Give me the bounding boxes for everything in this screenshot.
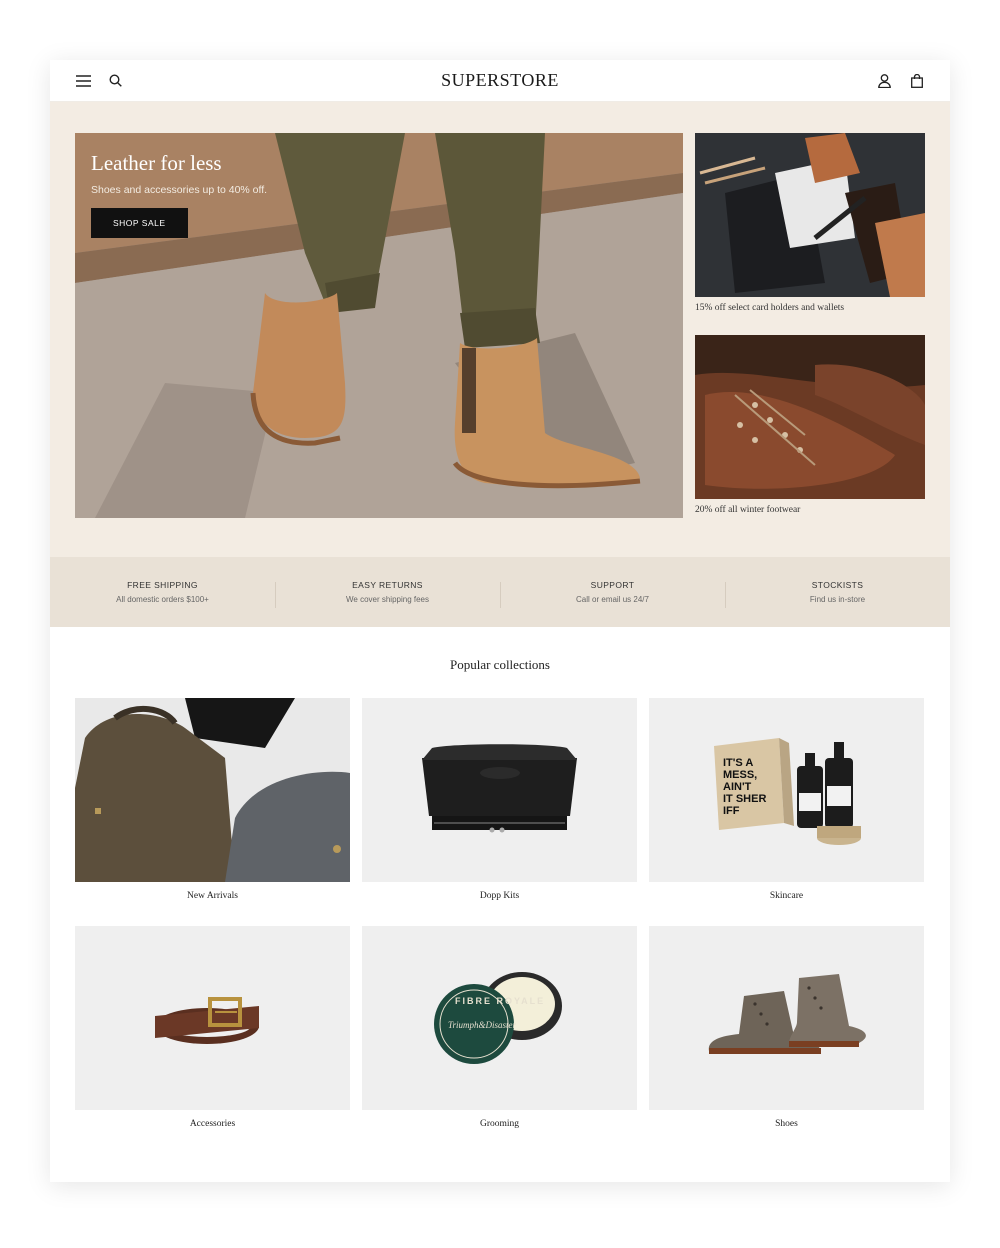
collection-card-new-arrivals[interactable]: New Arrivals <box>75 698 350 901</box>
skincare-box-text-1: IT'S A <box>723 757 753 769</box>
shoes-image <box>649 926 924 1110</box>
features-bar: FREE SHIPPING All domestic orders $100+ … <box>50 557 950 627</box>
promo-caption: 20% off all winter footwear <box>695 505 801 515</box>
collection-label: Grooming <box>479 1119 520 1129</box>
account-icon[interactable] <box>876 72 894 90</box>
grooming-tin-ring-text: FIBRE ROYALE <box>455 996 545 1006</box>
site-logo[interactable]: SUPERSTORE <box>441 70 559 91</box>
dopp-kits-image <box>362 698 637 882</box>
feature-title: STOCKISTS <box>811 580 864 590</box>
collection-card-accessories[interactable]: Accessories <box>75 926 350 1129</box>
boots-image <box>695 335 925 499</box>
collection-card-grooming[interactable]: FIBRE ROYALE Triumph&Disaster Grooming <box>362 926 637 1129</box>
grooming-image: FIBRE ROYALE Triumph&Disaster <box>362 926 637 1110</box>
promo-footwear[interactable]: 20% off all winter footwear <box>695 335 925 515</box>
collection-label: Skincare <box>769 891 804 901</box>
collection-label: Dopp Kits <box>479 891 520 901</box>
feature-easy-returns: EASY RETURNS We cover shipping fees <box>275 580 500 608</box>
skincare-box-text-2: MESS, <box>723 769 757 781</box>
collection-label: Shoes <box>775 1119 798 1129</box>
page-frame: SUPERSTORE Leather for less Shoes and ac… <box>50 60 950 1182</box>
skincare-box-text-4: IT SHER <box>723 793 766 805</box>
search-icon[interactable] <box>106 72 124 90</box>
collection-label: New Arrivals <box>187 891 238 901</box>
collection-card-skincare[interactable]: IT'S A MESS, AIN'T IT SHER IFF Skincare <box>649 698 924 901</box>
collections-title: Popular collections <box>449 657 550 672</box>
feature-title: SUPPORT <box>590 580 635 590</box>
feature-subtitle: Find us in-store <box>809 595 866 604</box>
collection-card-shoes[interactable]: Shoes <box>649 926 924 1129</box>
feature-title: EASY RETURNS <box>352 580 423 590</box>
promo-wallets[interactable]: 15% off select card holders and wallets <box>695 133 925 313</box>
site-header: SUPERSTORE <box>50 60 950 102</box>
feature-subtitle: All domestic orders $100+ <box>116 595 209 604</box>
new-arrivals-image <box>75 698 350 882</box>
hero-text-block: Leather for less Shoes and accessories u… <box>91 151 267 238</box>
skincare-image: IT'S A MESS, AIN'T IT SHER IFF <box>649 698 924 882</box>
menu-icon[interactable] <box>74 72 92 90</box>
collection-card-dopp-kits[interactable]: Dopp Kits <box>362 698 637 901</box>
skincare-box-text-3: AIN'T <box>723 781 752 793</box>
hero-subtitle: Shoes and accessories up to 40% off. <box>91 184 268 196</box>
feature-support: SUPPORT Call or email us 24/7 <box>500 580 725 608</box>
feature-subtitle: We cover shipping fees <box>345 595 429 604</box>
collection-label: Accessories <box>189 1119 236 1129</box>
hero-banner[interactable]: Leather for less Shoes and accessories u… <box>75 133 683 518</box>
header-right-group <box>846 72 926 90</box>
shop-sale-button[interactable]: SHOP SALE <box>91 208 188 238</box>
wallets-image <box>695 133 925 297</box>
grooming-tin-brand-text: Triumph&Disaster <box>448 1020 517 1030</box>
header-left-group <box>74 72 154 90</box>
accessories-image <box>75 926 350 1110</box>
cart-icon[interactable] <box>908 72 926 90</box>
feature-free-shipping: FREE SHIPPING All domestic orders $100+ <box>50 580 275 604</box>
hero-title: Leather for less <box>91 151 222 175</box>
skincare-box-text-5: IFF <box>723 805 740 817</box>
feature-subtitle: Call or email us 24/7 <box>576 595 649 604</box>
promo-caption: 15% off select card holders and wallets <box>695 303 845 313</box>
feature-stockists: STOCKISTS Find us in-store <box>725 580 950 608</box>
feature-title: FREE SHIPPING <box>127 580 198 590</box>
